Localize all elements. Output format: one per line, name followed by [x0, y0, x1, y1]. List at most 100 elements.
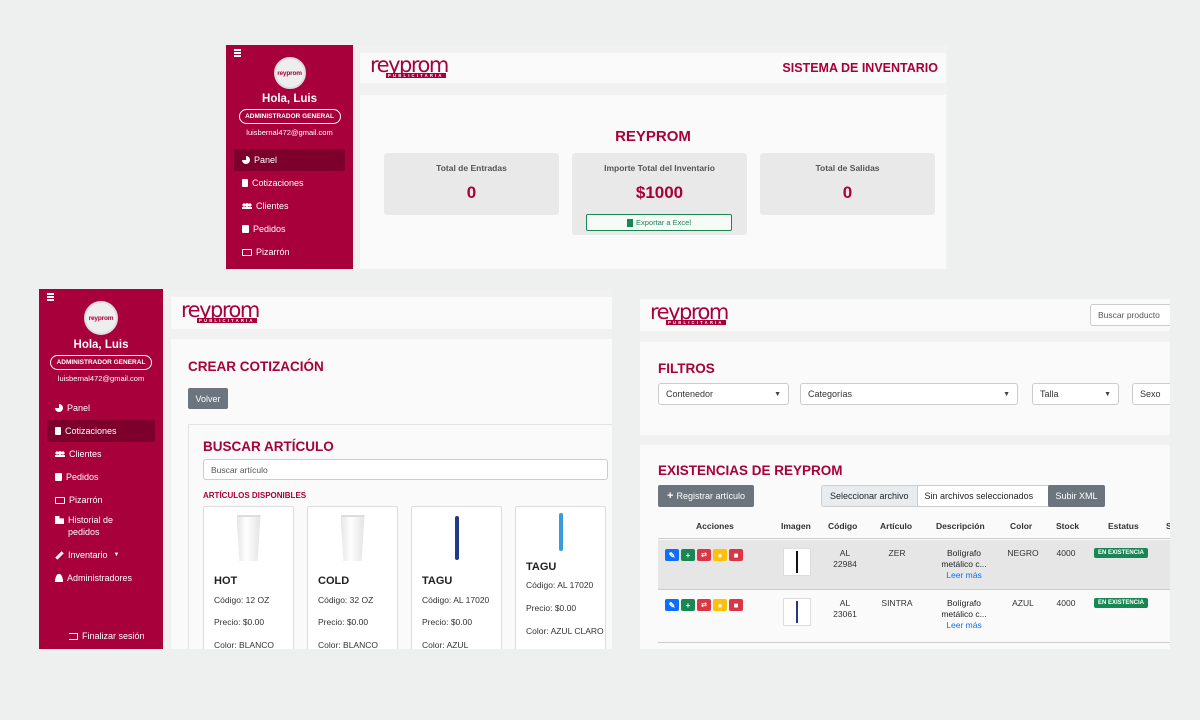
upload-xml-button[interactable]: Subir XML	[1048, 485, 1105, 507]
nav-label: Pedidos	[253, 224, 286, 234]
available-articles-label: ARTÍCULOS DISPONIBLES	[203, 491, 307, 500]
select-file-button[interactable]: Seleccionar archivo	[822, 486, 918, 506]
stat-value: 0	[842, 183, 853, 202]
sidebar-item-administradores[interactable]: Administradores	[47, 567, 155, 589]
menu-icon[interactable]	[234, 49, 241, 57]
bell-icon[interactable]: ●	[713, 599, 727, 611]
cell-article: SINTRA	[881, 598, 913, 608]
role-badge: ADMINISTRADOR GENERAL	[238, 109, 341, 124]
product-code: Código: AL 17020	[422, 595, 490, 605]
pen-icon	[55, 550, 64, 560]
delete-icon[interactable]: ■	[729, 549, 743, 561]
nav-label: Cotizaciones	[65, 426, 117, 436]
edit-icon[interactable]: ✎	[665, 549, 679, 561]
dashboard-screenshot: reyprom Hola, Luis ADMINISTRADOR GENERAL…	[226, 45, 948, 269]
edit-icon[interactable]: ✎	[665, 599, 679, 611]
sidebar-item-cotizaciones[interactable]: Cotizaciones	[234, 172, 345, 194]
stat-inventory-total: Importe Total del Inventario $1000 Expor…	[572, 153, 747, 235]
filter-categorias-select[interactable]: Categorías ▼	[800, 383, 1018, 405]
read-more-link[interactable]: Leer más	[936, 620, 992, 631]
system-title: SISTEMA DE INVENTARIO	[782, 61, 938, 75]
user-icon	[55, 574, 63, 582]
filter-sexo-select[interactable]: Sexo	[1132, 383, 1170, 405]
product-price: Precio: $0.00	[422, 617, 473, 627]
page-title: REYPROM	[615, 128, 691, 145]
nav-label: Pizarrón	[69, 495, 103, 505]
sidebar-item-clientes[interactable]: Clientes	[47, 443, 155, 465]
top-bar: reyprom PUBLICITARIA	[171, 297, 612, 329]
product-code: Código: AL 17020	[526, 580, 594, 590]
board-icon	[55, 496, 65, 504]
product-card[interactable]: COLD Código: 32 OZ Precio: $0.00 Color: …	[307, 506, 398, 649]
sidebar-item-pedidos[interactable]: Pedidos	[234, 218, 345, 240]
product-card[interactable]: TAGU Código: AL 17020 Precio: $0.00 Colo…	[515, 506, 606, 649]
pie-chart-icon	[55, 404, 63, 412]
transfer-icon[interactable]: ⇄	[697, 599, 711, 611]
reyprom-logo: reyprom PUBLICITARIA	[370, 53, 449, 78]
description-text: Bolígrafo metálico c...	[941, 598, 987, 619]
stock-title: EXISTENCIAS DE REYPROM	[658, 463, 843, 478]
reyprom-logo: reyprom PUBLICITARIA	[181, 298, 260, 323]
read-more-link[interactable]: Leer más	[936, 570, 992, 581]
col-header: Imagen	[781, 521, 811, 531]
quote-screenshot: reyprom Hola, Luis ADMINISTRADOR GENERAL…	[39, 289, 612, 649]
chevron-down-icon: ▼	[774, 390, 781, 398]
clipboard-icon	[242, 225, 249, 233]
sidebar-item-pedidos[interactable]: Pedidos	[47, 466, 155, 488]
product-color: Color: AZUL	[422, 640, 469, 649]
nav-label: Cotizaciones	[252, 178, 304, 188]
cup-image	[236, 515, 261, 561]
col-header: S	[1166, 521, 1170, 531]
sidebar-item-panel[interactable]: Panel	[47, 397, 155, 419]
description-text: Bolígrafo metálico c...	[941, 548, 987, 569]
filter-talla-select[interactable]: Talla ▼	[1032, 383, 1119, 405]
transfer-icon[interactable]: ⇄	[697, 549, 711, 561]
caret-down-icon: ▼	[113, 552, 120, 558]
sidebar-item-cotizaciones[interactable]: Cotizaciones	[47, 420, 155, 442]
sidebar-item-pizarron[interactable]: Pizarrón	[234, 241, 345, 263]
cell-description: Bolígrafo metálico c... Leer más	[936, 548, 992, 581]
table-row[interactable]: ✎ + ⇄ ● ■ AL 22984 ZER Bolígrafo metálic…	[658, 540, 1170, 590]
bell-icon[interactable]: ●	[713, 549, 727, 561]
sidebar-item-inventario[interactable]: Inventario ▼	[47, 544, 155, 566]
logout-button[interactable]: Finalizar sesión	[61, 625, 145, 647]
menu-icon[interactable]	[47, 293, 54, 301]
product-name: HOT	[214, 575, 238, 587]
cell-color: NEGRO	[1007, 548, 1039, 558]
product-color: Color: BLANCO	[318, 640, 378, 649]
back-button[interactable]: Volver	[188, 388, 228, 409]
delete-icon[interactable]: ■	[729, 599, 743, 611]
product-card[interactable]: HOT Código: 12 OZ Precio: $0.00 Color: B…	[203, 506, 294, 649]
product-name: COLD	[318, 575, 350, 587]
sidebar-item-panel[interactable]: Panel	[234, 149, 345, 171]
search-article-input[interactable]: Buscar artículo	[203, 459, 608, 480]
search-product-input[interactable]: Buscar producto	[1090, 304, 1170, 326]
cell-description: Bolígrafo metálico c... Leer más	[936, 598, 992, 631]
product-card[interactable]: TAGU Código: AL 17020 Precio: $0.00 Colo…	[411, 506, 502, 649]
table-row[interactable]: ✎ + ⇄ ● ■ AL 23061 SINTRA Bolígrafo metá…	[658, 591, 1170, 643]
filter-contenedor-select[interactable]: Contenedor ▼	[658, 383, 789, 405]
add-icon[interactable]: +	[681, 599, 695, 611]
avatar: reyprom	[84, 301, 118, 335]
col-header: Estatus	[1108, 521, 1139, 531]
sidebar-item-clientes[interactable]: Clientes	[234, 195, 345, 217]
add-icon[interactable]: +	[681, 549, 695, 561]
stat-value: 0	[466, 183, 477, 202]
sidebar-item-historial[interactable]: Historial de pedidos	[47, 512, 155, 542]
nav-label: Panel	[254, 155, 278, 165]
cell-article: ZER	[888, 548, 906, 558]
dashboard-card: REYPROM Total de Entradas 0 Importe Tota…	[360, 95, 946, 269]
page-title: CREAR COTIZACIÓN	[188, 359, 324, 374]
col-header: Color	[1010, 521, 1033, 531]
product-color: Color: BLANCO	[214, 640, 274, 649]
cell-color: AZUL	[1012, 598, 1034, 608]
sidebar-item-pizarron[interactable]: Pizarrón	[47, 489, 155, 511]
search-title: BUSCAR ARTÍCULO	[203, 439, 334, 454]
col-header: Acciones	[696, 521, 734, 531]
cup-image	[340, 515, 365, 561]
inventory-screenshot: reyprom PUBLICITARIA Buscar producto FILT…	[640, 299, 1170, 649]
search-article-panel: BUSCAR ARTÍCULO Buscar artículo ARTÍCULO…	[188, 424, 612, 649]
export-excel-button[interactable]: Exportar a Excel	[586, 214, 732, 231]
register-article-button[interactable]: + Registrar artículo	[658, 485, 754, 507]
pen-image	[454, 516, 459, 560]
